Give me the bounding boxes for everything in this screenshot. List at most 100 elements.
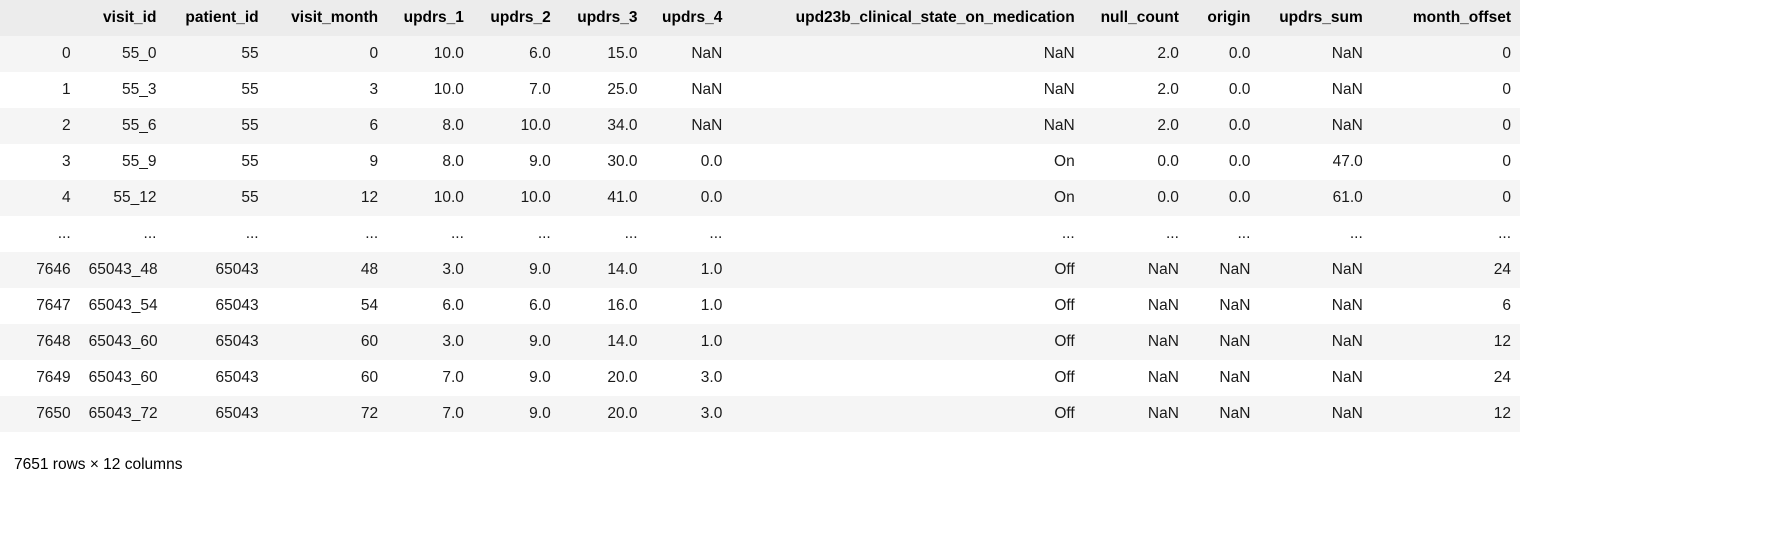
table-cell: 2.0 <box>1157 45 1179 62</box>
table-cell: 0.0 <box>1228 81 1251 98</box>
table-cell: 2.0 <box>1157 117 1179 134</box>
column-header-index[interactable] <box>0 0 80 36</box>
column-header-visit-id[interactable]: visit_id <box>79 0 166 36</box>
table-cell: 9 <box>369 153 379 170</box>
row-index-cell: 7650 <box>36 405 71 422</box>
table-cell: 65043_48 <box>88 261 158 278</box>
table-cell: 3.0 <box>442 333 464 350</box>
column-header-visit-month[interactable]: visit_month <box>267 0 388 36</box>
table-cell: 9.0 <box>529 369 551 386</box>
table-row: 4 55_12 55 12 10.0 10.0 41.0 0.0 On 0.0 0.0 61.0 0 <box>0 180 1520 216</box>
table-cell: Off <box>1054 369 1075 386</box>
table-cell: On <box>1054 153 1075 170</box>
table-cell: 14.0 <box>607 261 638 278</box>
column-header-origin[interactable]: origin <box>1187 0 1260 36</box>
table-cell: 15.0 <box>607 45 638 62</box>
table-cell: ... <box>365 225 379 242</box>
table-body: 0 55_0 55 0 10.0 6.0 15.0 NaN NaN 2.0 0.0 NaN 0 1 55_3… <box>0 36 1520 432</box>
table-cell: 65043 <box>215 405 259 422</box>
table-cell: 3 <box>369 81 379 98</box>
table-cell: NaN <box>1219 369 1251 386</box>
table-cell: 20.0 <box>607 405 638 422</box>
table-header: visit_id patient_id visit_month updrs_1 … <box>0 0 1520 36</box>
row-index-cell: 3 <box>62 153 71 170</box>
table-cell: NaN <box>1331 297 1363 314</box>
row-index-cell: 2 <box>62 117 71 134</box>
table-row: 7650 65043_72 65043 72 7.0 9.0 20.0 3.0 Off NaN Na… <box>0 396 1520 432</box>
column-header-updrs-2[interactable]: updrs_2 <box>472 0 560 36</box>
column-header-patient-id[interactable]: patient_id <box>165 0 268 36</box>
table-cell: 55 <box>241 153 259 170</box>
table-cell: NaN <box>1147 369 1179 386</box>
row-index-cell: 7648 <box>36 333 71 350</box>
dataframe-shape-caption: 7651 rows × 12 columns <box>14 456 183 473</box>
table-cell: NaN <box>1043 45 1075 62</box>
row-index-cell: 0 <box>62 45 71 62</box>
column-header-month-offset[interactable]: month_offset <box>1371 0 1520 36</box>
table-cell: 65043 <box>215 297 259 314</box>
table-cell: 24 <box>1493 369 1511 386</box>
table-cell: 1.0 <box>700 333 723 350</box>
column-header-updrs-4[interactable]: updrs_4 <box>646 0 732 36</box>
column-header-null-count[interactable]: null_count <box>1083 0 1188 36</box>
table-cell: 0.0 <box>1157 189 1179 206</box>
table-cell: 12 <box>360 189 379 206</box>
table-row: 7648 65043_60 65043 60 3.0 9.0 14.0 1.0 Off NaN Na… <box>0 324 1520 360</box>
table-cell: 10.0 <box>433 81 464 98</box>
table-cell: 0.0 <box>700 189 723 206</box>
table-cell: Off <box>1054 261 1075 278</box>
table-cell: 65043_54 <box>88 297 158 314</box>
table-cell: 6.0 <box>442 297 464 314</box>
column-header-upd23b-clinical-state-on-medication[interactable]: upd23b_clinical_state_on_medication <box>731 0 1084 36</box>
table-row: ....................................... <box>0 216 1520 252</box>
table-cell: 25.0 <box>607 81 638 98</box>
table-cell: 6 <box>369 117 379 134</box>
table-cell: 0 <box>1502 189 1511 206</box>
table-cell: NaN <box>691 45 723 62</box>
table-cell: 6.0 <box>529 297 551 314</box>
table-cell: 65043 <box>215 369 259 386</box>
table-cell: 12 <box>1493 333 1511 350</box>
table-cell: 55 <box>241 189 259 206</box>
table-cell: 65043_72 <box>88 405 158 422</box>
table-cell: 9.0 <box>529 261 551 278</box>
table-cell: 3.0 <box>700 369 723 386</box>
row-index-cell: 7646 <box>36 261 71 278</box>
table-row: 0 55_0 55 0 10.0 6.0 15.0 NaN NaN 2.0 0.0 NaN 0 <box>0 36 1520 72</box>
table-cell: 61.0 <box>1332 189 1363 206</box>
table-cell: ... <box>1237 225 1251 242</box>
table-cell: 0 <box>1502 81 1511 98</box>
table-cell: ... <box>709 225 723 242</box>
table-cell: 47.0 <box>1332 153 1363 170</box>
column-header-updrs-sum[interactable]: updrs_sum <box>1259 0 1372 36</box>
table-cell: NaN <box>1147 405 1179 422</box>
table-cell: NaN <box>1043 81 1075 98</box>
table-cell: NaN <box>1043 117 1075 134</box>
table-cell: 34.0 <box>607 117 638 134</box>
table-cell: 9.0 <box>529 153 551 170</box>
table-cell: NaN <box>1331 405 1363 422</box>
table-cell: 54 <box>360 297 379 314</box>
table-cell: NaN <box>691 81 723 98</box>
table-cell: 1.0 <box>700 261 723 278</box>
table-cell: NaN <box>1219 333 1251 350</box>
column-header-updrs-3[interactable]: updrs_3 <box>559 0 647 36</box>
table-cell: NaN <box>691 117 723 134</box>
table-cell: 8.0 <box>442 117 464 134</box>
table-cell: ... <box>1061 225 1075 242</box>
table-cell: 65043_60 <box>88 369 158 386</box>
table-cell: NaN <box>1147 297 1179 314</box>
table-cell: 30.0 <box>607 153 638 170</box>
table-cell: 0 <box>1502 117 1511 134</box>
table-cell: 65043 <box>215 333 259 350</box>
table-cell: 0 <box>1502 45 1511 62</box>
table-cell: 8.0 <box>442 153 464 170</box>
table-cell: ... <box>143 225 157 242</box>
table-cell: ... <box>537 225 551 242</box>
table-cell: 3.0 <box>442 261 464 278</box>
table-cell: 0.0 <box>1228 117 1251 134</box>
table-cell: 55_9 <box>121 153 157 170</box>
column-header-updrs-1[interactable]: updrs_1 <box>387 0 473 36</box>
table-row: 1 55_3 55 3 10.0 7.0 25.0 NaN NaN 2.0 0.0 NaN 0 <box>0 72 1520 108</box>
table-cell: Off <box>1054 333 1075 350</box>
